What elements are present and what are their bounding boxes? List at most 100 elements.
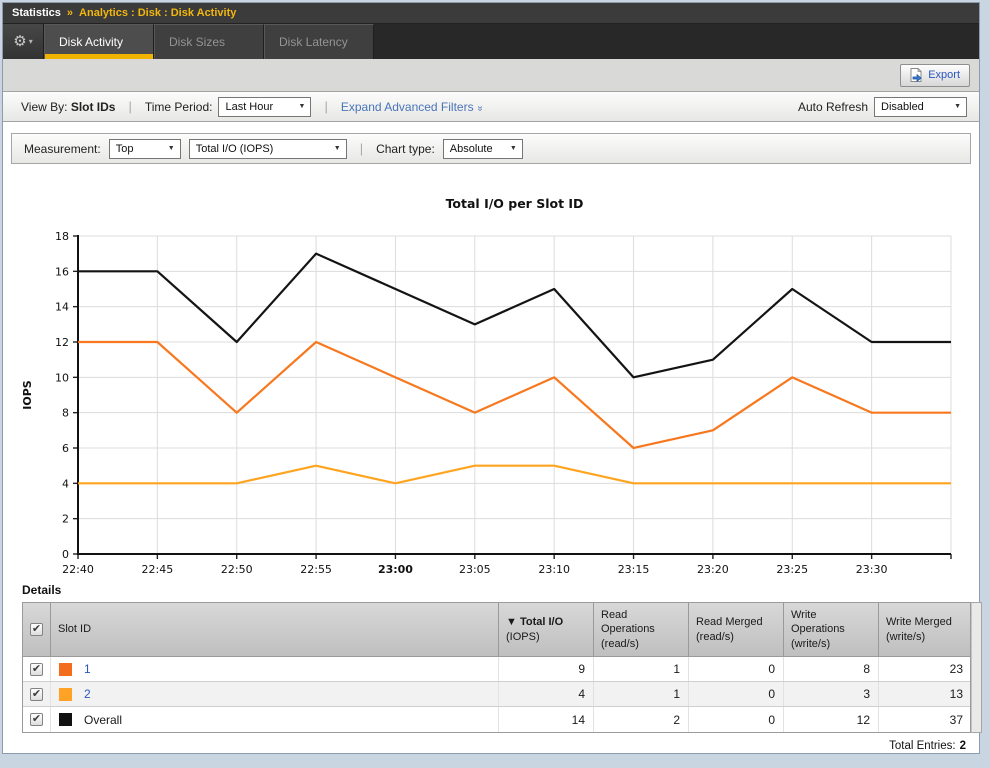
- x-tick-label: 22:40: [62, 563, 94, 576]
- row-checkbox[interactable]: ✔: [30, 688, 43, 701]
- value-cell: 9: [499, 657, 594, 681]
- select-all-checkbox[interactable]: ✔: [30, 623, 43, 636]
- y-tick-label: 10: [55, 371, 69, 384]
- series-color-swatch: [59, 663, 72, 676]
- details-table: ✔Slot ID▼ Total I/O(IOPS)Read Operations…: [22, 602, 971, 733]
- chart-type-selected: Absolute: [450, 143, 493, 155]
- expand-advanced-filters-link[interactable]: Expand Advanced Filters»: [341, 100, 482, 114]
- total-entries-label: Total Entries:: [889, 740, 955, 752]
- header-sublabel: (write/s): [791, 637, 871, 651]
- breadcrumb-separator: »: [67, 7, 73, 19]
- tab-bar: ⚙ ▾ Disk Activity Disk Sizes Disk Latenc…: [3, 24, 979, 59]
- chart-title: Total I/O per Slot ID: [446, 196, 584, 211]
- value-cell: 2: [594, 707, 689, 732]
- measurement-bar: Measurement: Top ▼ Total I/O (IOPS) ▼ | …: [11, 133, 971, 164]
- header-sublabel: (IOPS): [506, 630, 586, 644]
- export-row: Export: [3, 59, 979, 91]
- select-arrow-icon: ▼: [510, 145, 517, 152]
- value-cell: 3: [784, 682, 879, 706]
- table-row: ✔Overall14201237: [23, 707, 970, 732]
- breadcrumb-root[interactable]: Statistics: [12, 7, 61, 19]
- export-button[interactable]: Export: [900, 64, 970, 87]
- page-background: { "breadcrumb": { "root": "Statistics", …: [0, 0, 990, 768]
- header-sublabel: (write/s): [886, 630, 964, 644]
- x-tick-label: 23:20: [697, 563, 729, 576]
- time-period-label: Time Period:: [145, 100, 213, 114]
- header-cell-write-operations[interactable]: Write Operations(write/s): [784, 603, 879, 656]
- slot-label: Overall: [84, 713, 122, 727]
- header-cell-slot-id[interactable]: Slot ID: [51, 603, 499, 656]
- slot-id-cell: Overall: [51, 707, 499, 732]
- header-cell-read-merged[interactable]: Read Merged(read/s): [689, 603, 784, 656]
- slot-id-cell: 2: [51, 682, 499, 706]
- total-entries-value: 2: [960, 740, 966, 752]
- value-cell: 1: [594, 682, 689, 706]
- row-checkbox[interactable]: ✔: [30, 713, 43, 726]
- series-line-Overall: [78, 254, 951, 378]
- value-cell: 8: [784, 657, 879, 681]
- y-tick-label: 4: [62, 477, 69, 490]
- x-tick-label: 23:05: [459, 563, 491, 576]
- slot-link[interactable]: 1: [84, 662, 91, 676]
- series-line-2: [78, 466, 951, 484]
- export-button-label: Export: [928, 69, 960, 81]
- header-cell-total-i-o[interactable]: ▼ Total I/O(IOPS): [499, 603, 594, 656]
- auto-refresh-label: Auto Refresh: [798, 100, 868, 114]
- header-cell-write-merged[interactable]: Write Merged(write/s): [879, 603, 971, 656]
- measurement-metric-selected: Total I/O (IOPS): [196, 143, 274, 155]
- y-tick-label: 16: [55, 265, 69, 278]
- y-tick-label: 12: [55, 336, 69, 349]
- separator: |: [128, 99, 131, 114]
- select-arrow-icon: ▼: [334, 145, 341, 152]
- y-tick-label: 18: [55, 230, 69, 243]
- auto-refresh-selected: Disabled: [881, 101, 924, 113]
- series-color-swatch: [59, 713, 72, 726]
- value-cell: 23: [879, 657, 971, 681]
- header-cell-read-operations[interactable]: Read Operations(read/s): [594, 603, 689, 656]
- y-tick-label: 8: [62, 407, 69, 420]
- view-by-label: View By:: [21, 100, 67, 114]
- value-cell: 0: [689, 657, 784, 681]
- value-cell: 4: [499, 682, 594, 706]
- header-label: ▼ Total I/O: [506, 615, 586, 629]
- header-label: Write Operations: [791, 608, 871, 637]
- header-sublabel: (read/s): [601, 637, 681, 651]
- filter-bar: View By: Slot IDs | Time Period: Last Ho…: [3, 91, 979, 122]
- tab-disk-latency[interactable]: Disk Latency: [264, 24, 374, 59]
- value-cell: 0: [689, 707, 784, 732]
- series-line-1: [78, 342, 951, 448]
- chart-type-select[interactable]: Absolute ▼: [443, 139, 523, 159]
- separator: |: [324, 99, 327, 114]
- value-cell: 0: [689, 682, 784, 706]
- measurement-top-select[interactable]: Top ▼: [109, 139, 181, 159]
- breadcrumb: Statistics » Analytics : Disk : Disk Act…: [3, 3, 979, 24]
- separator: |: [360, 141, 363, 156]
- value-cell: 12: [784, 707, 879, 732]
- double-chevron-icon: »: [474, 105, 485, 111]
- table-body: ✔1910823✔2410313✔Overall14201237: [23, 657, 970, 732]
- x-tick-label: 23:30: [856, 563, 888, 576]
- measurement-metric-select[interactable]: Total I/O (IOPS) ▼: [189, 139, 347, 159]
- tab-disk-sizes[interactable]: Disk Sizes: [154, 24, 264, 59]
- time-period-select[interactable]: Last Hour ▼: [218, 97, 311, 117]
- main-panel: Statistics » Analytics : Disk : Disk Act…: [2, 2, 980, 754]
- header-label: Write Merged: [886, 615, 964, 629]
- gear-icon: ⚙: [13, 34, 26, 49]
- chevron-down-icon: ▾: [29, 37, 33, 46]
- tab-disk-activity[interactable]: Disk Activity: [44, 24, 154, 59]
- advanced-filters-label: Expand Advanced Filters: [341, 100, 474, 114]
- table-scrollbar-track[interactable]: [971, 602, 982, 733]
- settings-menu-button[interactable]: ⚙ ▾: [3, 24, 44, 59]
- y-tick-label: 6: [62, 442, 69, 455]
- breadcrumb-path: Analytics : Disk : Disk Activity: [79, 7, 236, 19]
- table-header-row: ✔Slot ID▼ Total I/O(IOPS)Read Operations…: [23, 603, 970, 657]
- slot-link[interactable]: 2: [84, 687, 91, 701]
- series-color-swatch: [59, 688, 72, 701]
- x-tick-label: 22:45: [142, 563, 174, 576]
- view-by-value: Slot IDs: [71, 100, 116, 114]
- table-row: ✔2410313: [23, 682, 970, 707]
- row-checkbox-cell: ✔: [23, 657, 51, 681]
- auto-refresh-select[interactable]: Disabled ▼: [874, 97, 967, 117]
- row-checkbox[interactable]: ✔: [30, 663, 43, 676]
- details-title: Details: [22, 583, 61, 597]
